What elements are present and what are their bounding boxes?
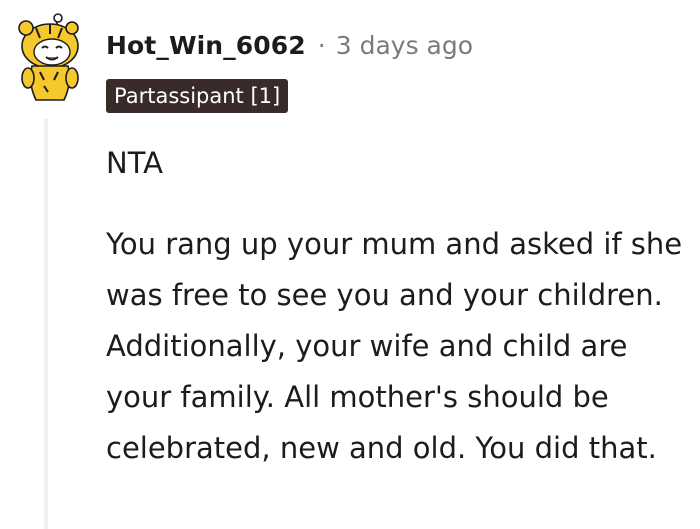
comment-paragraph: NTA xyxy=(106,146,163,180)
meta-separator: · xyxy=(317,30,326,60)
comment-meta: Hot_Win_6062 · 3 days ago xyxy=(106,28,473,62)
user-flair: Partassipant [1] xyxy=(106,79,289,113)
comment-body: NTA You rang up your mum and asked if sh… xyxy=(106,138,691,474)
comment: Hot_Win_6062 · 3 days ago Partassipant [… xyxy=(0,0,700,529)
thread-line[interactable] xyxy=(44,119,48,529)
snoo-tiger-avatar-icon xyxy=(18,13,79,101)
author-username[interactable]: Hot_Win_6062 xyxy=(106,31,306,60)
comment-timestamp[interactable]: 3 days ago xyxy=(336,31,473,60)
comment-paragraph: You rang up your mum and asked if she wa… xyxy=(106,227,683,465)
avatar[interactable] xyxy=(14,10,84,106)
